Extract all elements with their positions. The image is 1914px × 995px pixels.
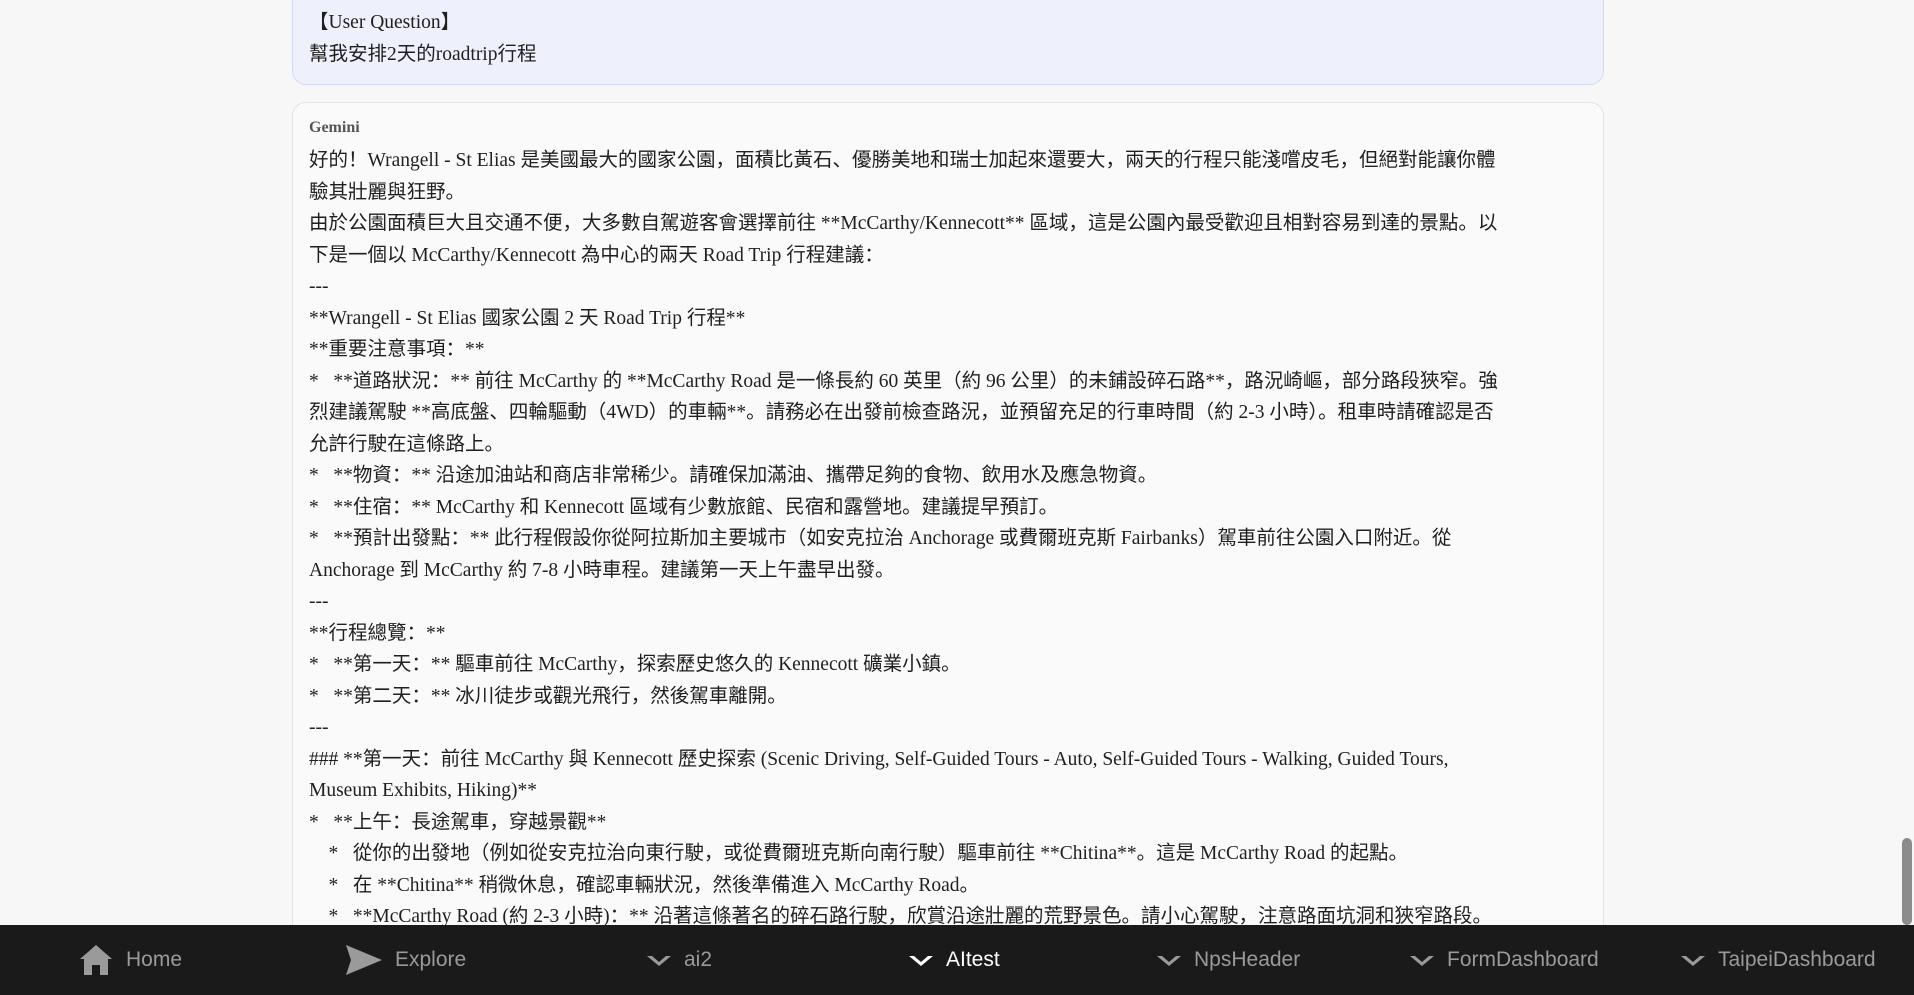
- message-line: * **物資：** 沿途加油站和商店非常稀少。請確保加滿油、攜帶足夠的食物、飲用…: [309, 465, 1158, 486]
- message-line: 幫我安排2天的roadtrip行程: [309, 44, 537, 65]
- message-line: * 在 **Chitina** 稍微休息，確認車輛狀況，然後準備進入 McCar…: [309, 874, 980, 896]
- message-line: ### **第一天：前往 McCarthy 與 Kennecott 歷史探索 (…: [309, 748, 1449, 770]
- message-line: 驗其壯麗與狂野。: [309, 181, 466, 203]
- chevron-down-icon: [908, 953, 934, 967]
- message-line: **重要注意事項：**: [309, 339, 485, 360]
- chevron-down-icon: [1680, 953, 1706, 967]
- message-line: * **道路狀況：** 前往 McCarthy 的 **McCarthy Roa…: [309, 370, 1498, 392]
- message-line: ---: [309, 276, 329, 297]
- nav-item-home[interactable]: Home: [78, 925, 182, 995]
- message-line: **Wrangell - St Elias 國家公園 2 天 Road Trip…: [309, 307, 746, 329]
- message-line: 好的！Wrangell - St Elias 是美國最大的國家公園，面積比黃石、…: [309, 150, 1496, 171]
- chevron-down-icon: [1156, 953, 1182, 967]
- message-line: * **預計出發點：** 此行程假設你從阿拉斯加主要城市（如安克拉治 Ancho…: [309, 528, 1452, 549]
- send-icon: [345, 944, 383, 976]
- nav-item-label: AItest: [946, 948, 1000, 971]
- message-line: 烈建議駕駛 **高底盤、四輪驅動（4WD）的車輛**。請務必在出發前檢查路況，並…: [309, 402, 1494, 423]
- message-line: 【User Question】: [309, 12, 461, 33]
- user-message: 【User Question】 幫我安排2天的roadtrip行程: [292, 0, 1604, 85]
- chevron-down-icon: [1409, 953, 1435, 967]
- message-body: 好的！Wrangell - St Elias 是美國最大的國家公園，面積比黃石、…: [309, 145, 1587, 925]
- message-line: * 從你的出發地（例如從安克拉治向東行駛，或從費爾班克斯向南行駛）驅車前往 **…: [309, 843, 1409, 864]
- message-line: 下是一個以 McCarthy/Kennecott 為中心的兩天 Road Tri…: [309, 244, 884, 266]
- home-icon: [78, 943, 114, 977]
- scrollbar-thumb[interactable]: [1902, 838, 1912, 925]
- nav-item-explore[interactable]: Explore: [345, 925, 466, 995]
- nav-item-formdashboard[interactable]: FormDashboard: [1409, 925, 1599, 995]
- nav-item-npsheader[interactable]: NpsHeader: [1156, 925, 1300, 995]
- bottom-navbar: Home Explore ai2 AItest NpsHeader FormDa…: [0, 925, 1914, 995]
- message-line: **行程總覽：**: [309, 622, 446, 644]
- nav-item-aitest[interactable]: AItest: [908, 925, 1000, 995]
- message-line: Anchorage 到 McCarthy 約 7-8 小時車程。建議第一天上午盡…: [309, 559, 895, 581]
- nav-item-label: Home: [126, 948, 183, 971]
- nav-item-label: Explore: [395, 948, 467, 971]
- nav-item-label: NpsHeader: [1194, 948, 1301, 971]
- nav-item-label: TaipeiDashboard: [1718, 948, 1876, 971]
- nav-item-taipeidashboard[interactable]: TaipeiDashboard: [1680, 925, 1876, 995]
- speaker-label: Gemini: [309, 119, 360, 136]
- nav-item-label: ai2: [684, 948, 713, 971]
- message-line: ---: [309, 591, 329, 612]
- chevron-down-icon: [646, 953, 672, 967]
- message-line: 由於公園面積巨大且交通不便，大多數自駕遊客會選擇前往 **McCarthy/Ke…: [309, 213, 1498, 234]
- message-line: * **McCarthy Road (約 2-3 小時)：** 沿著這條著名的碎…: [309, 906, 1492, 925]
- message-line: ---: [309, 717, 329, 738]
- message-line: Museum Exhibits, Hiking)**: [309, 780, 538, 801]
- gemini-message: Gemini 好的！Wrangell - St Elias 是美國最大的國家公園…: [292, 102, 1604, 925]
- message-line: 允許行駛在這條路上。: [309, 433, 505, 455]
- message-line: * **第一天：** 驅車前往 McCarthy，探索歷史悠久的 Kenneco…: [309, 654, 961, 675]
- message-line: * **住宿：** McCarthy 和 Kennecott 區域有少數旅館、民…: [309, 496, 1059, 518]
- nav-item-label: FormDashboard: [1447, 948, 1599, 971]
- message-line: * **第二天：** 冰川徒步或觀光飛行，然後駕車離開。: [309, 685, 787, 707]
- chat-scroll-area[interactable]: 【User Question】 幫我安排2天的roadtrip行程 Gemini…: [0, 0, 1914, 925]
- nav-item-ai2[interactable]: ai2: [646, 925, 712, 995]
- message-line: * **上午：長途駕車，穿越景觀**: [309, 811, 607, 833]
